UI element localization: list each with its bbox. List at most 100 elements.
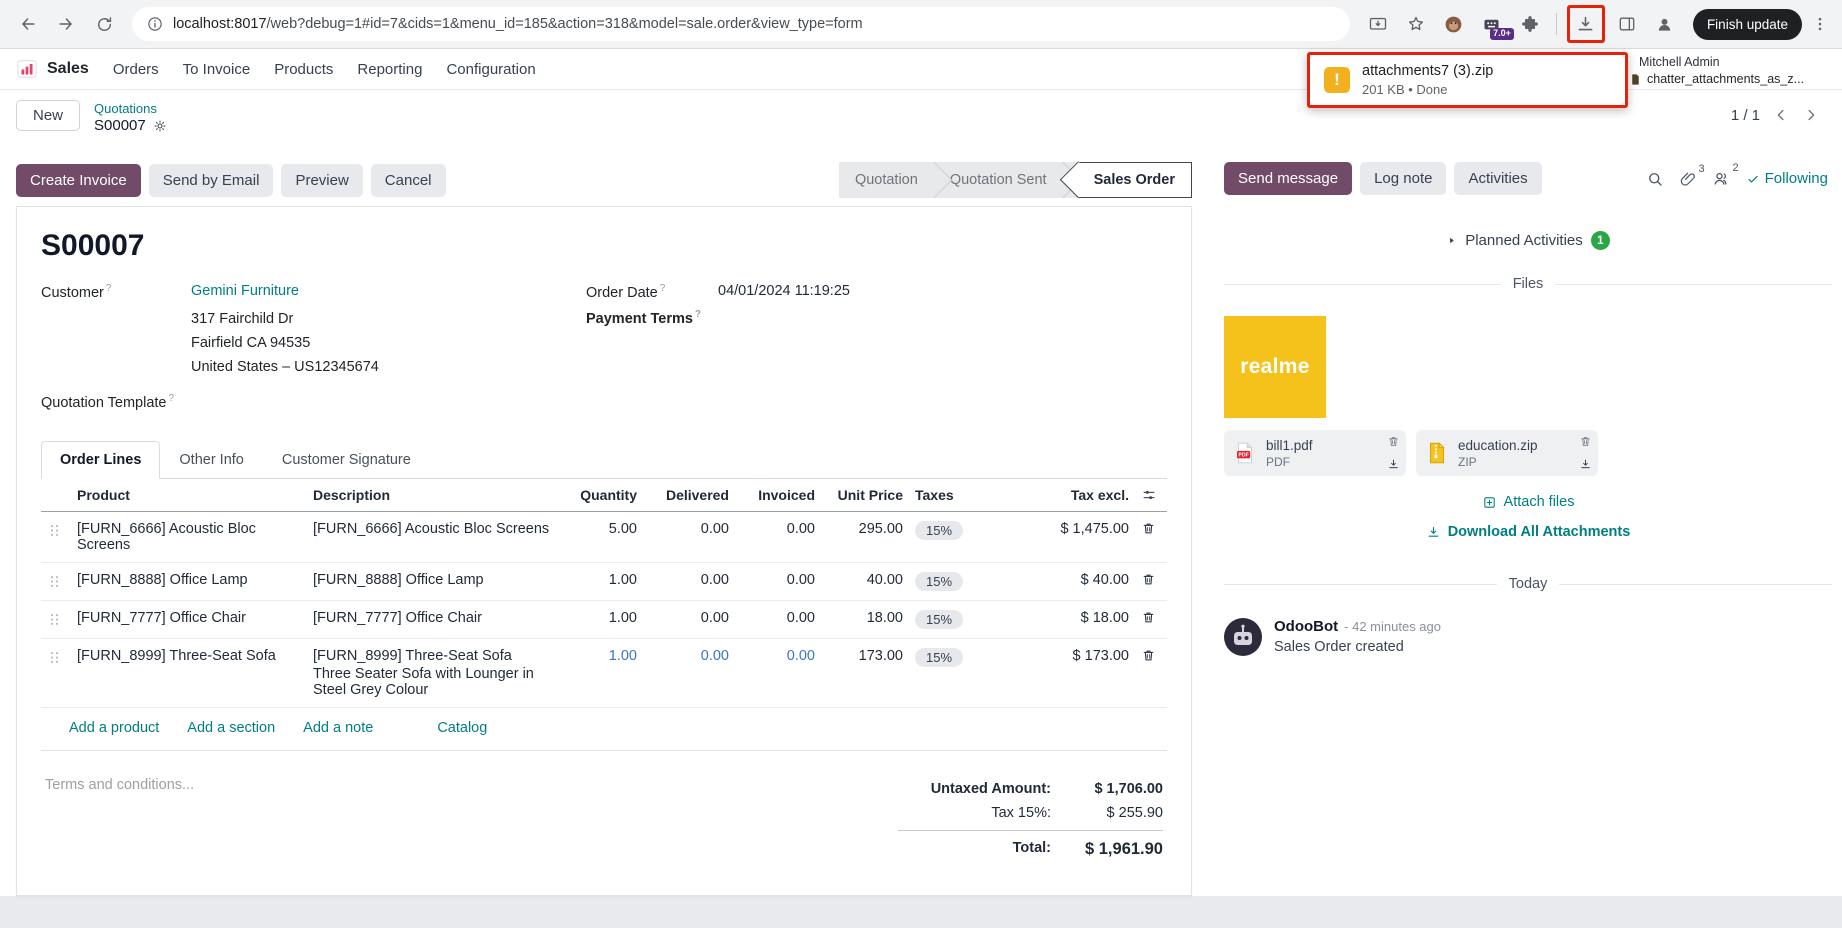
back-button[interactable] xyxy=(10,6,46,42)
download-attachment-icon[interactable] xyxy=(1579,458,1592,471)
followers-icon[interactable]: 2 xyxy=(1712,169,1731,188)
cell-unit-price[interactable]: 173.00 xyxy=(859,648,903,664)
terms-placeholder[interactable]: Terms and conditions... xyxy=(45,777,194,863)
delete-line-icon[interactable] xyxy=(1141,610,1161,625)
order-date-value[interactable]: 04/01/2024 11:19:25 xyxy=(718,283,850,301)
add-note-link[interactable]: Add a note xyxy=(303,720,373,736)
cell-delivered[interactable]: 0.00 xyxy=(701,610,729,626)
browser-menu-kebab-icon[interactable] xyxy=(1808,6,1832,42)
create-invoice-button[interactable]: Create Invoice xyxy=(16,164,141,197)
delete-line-icon[interactable] xyxy=(1141,521,1161,536)
cell-quantity[interactable]: 5.00 xyxy=(609,521,637,537)
download-all-attachments-link[interactable]: Download All Attachments xyxy=(1426,524,1631,540)
cell-invoiced[interactable]: 0.00 xyxy=(787,521,815,537)
cell-description[interactable]: [FURN_8888] Office Lamp xyxy=(313,572,484,588)
status-sales-order[interactable]: Sales Order xyxy=(1078,162,1192,198)
cell-delivered[interactable]: 0.00 xyxy=(701,648,729,664)
app-switcher[interactable]: Sales xyxy=(16,58,89,80)
activities-button[interactable]: Activities xyxy=(1454,162,1541,195)
cell-unit-price[interactable]: 295.00 xyxy=(859,521,903,537)
side-panel-icon[interactable] xyxy=(1609,6,1645,42)
customer-link[interactable]: Gemini Furniture xyxy=(191,283,299,299)
add-section-link[interactable]: Add a section xyxy=(187,720,275,736)
tax-tag[interactable]: 15% xyxy=(915,610,963,629)
cell-quantity[interactable]: 1.00 xyxy=(609,648,637,664)
message-author[interactable]: OdooBot xyxy=(1274,618,1338,635)
pager-previous-icon[interactable] xyxy=(1772,106,1790,124)
cell-quantity[interactable]: 1.00 xyxy=(609,572,637,588)
finish-update-button[interactable]: Finish update xyxy=(1693,9,1802,40)
attachment-card-pdf[interactable]: bill1.pdf PDF xyxy=(1224,430,1406,476)
download-filename[interactable]: attachments7 (3).zip xyxy=(1362,63,1493,79)
tax-tag[interactable]: 15% xyxy=(915,572,963,591)
attach-files-link[interactable]: Attach files xyxy=(1482,494,1575,510)
cell-product[interactable]: [FURN_8999] Three-Seat Sofa xyxy=(77,648,276,664)
cell-unit-price[interactable]: 40.00 xyxy=(867,572,903,588)
status-quotation[interactable]: Quotation xyxy=(839,162,934,198)
tab-other-info[interactable]: Other Info xyxy=(160,441,262,479)
menu-products[interactable]: Products xyxy=(274,61,333,78)
download-bar-item[interactable]: chatter_attachments_as_z... xyxy=(1629,72,1804,86)
col-quantity[interactable]: Quantity xyxy=(563,479,643,512)
col-description[interactable]: Description xyxy=(307,479,563,512)
cell-description[interactable]: [FURN_6666] Acoustic Bloc Screens xyxy=(313,521,549,537)
app-name[interactable]: Sales xyxy=(47,60,89,78)
col-invoiced[interactable]: Invoiced xyxy=(735,479,821,512)
add-product-link[interactable]: Add a product xyxy=(69,720,159,736)
col-product[interactable]: Product xyxy=(71,479,307,512)
attachment-name[interactable]: bill1.pdf xyxy=(1266,438,1313,453)
navbar-user-menu[interactable]: Mitchell Admin xyxy=(1639,55,1720,69)
col-delivered[interactable]: Delivered xyxy=(643,479,735,512)
col-unit-price[interactable]: Unit Price xyxy=(821,479,909,512)
cell-quantity[interactable]: 1.00 xyxy=(609,610,637,626)
catalog-link[interactable]: Catalog xyxy=(437,720,487,736)
delete-attachment-icon[interactable] xyxy=(1387,435,1400,448)
col-tax-excl[interactable]: Tax excl. xyxy=(1013,479,1135,512)
cancel-button[interactable]: Cancel xyxy=(371,164,446,197)
odoobot-avatar[interactable] xyxy=(1224,618,1262,656)
menu-configuration[interactable]: Configuration xyxy=(446,61,535,78)
attachment-name[interactable]: education.zip xyxy=(1458,438,1538,453)
profile-icon[interactable] xyxy=(1647,6,1683,42)
cell-invoiced[interactable]: 0.00 xyxy=(787,572,815,588)
drag-handle-icon[interactable] xyxy=(47,650,65,665)
tab-order-lines[interactable]: Order Lines xyxy=(41,441,160,479)
cell-product[interactable]: [FURN_6666] Acoustic Bloc Screens xyxy=(77,521,256,553)
cell-description[interactable]: [FURN_8999] Three-Seat Sofa xyxy=(313,648,557,664)
new-button[interactable]: New xyxy=(16,100,80,131)
breadcrumb-parent[interactable]: Quotations xyxy=(94,101,167,116)
cell-invoiced[interactable]: 0.00 xyxy=(787,648,815,664)
extensions-puzzle-icon[interactable] xyxy=(1512,6,1548,42)
following-button[interactable]: Following xyxy=(1746,170,1828,187)
optional-columns-icon[interactable] xyxy=(1141,487,1161,503)
attachment-card-zip[interactable]: education.zip ZIP xyxy=(1416,430,1598,476)
menu-to-invoice[interactable]: To Invoice xyxy=(183,61,251,78)
col-taxes[interactable]: Taxes xyxy=(909,479,1013,512)
tax-tag[interactable]: 15% xyxy=(915,648,963,667)
menu-orders[interactable]: Orders xyxy=(113,61,159,78)
forward-button[interactable] xyxy=(48,6,84,42)
url-bar[interactable]: localhost:8017/web?debug=1#id=7&cids=1&m… xyxy=(132,7,1350,41)
send-by-email-button[interactable]: Send by Email xyxy=(149,164,274,197)
tax-tag[interactable]: 15% xyxy=(915,521,963,540)
extension-keypad-icon[interactable]: 7.0+ xyxy=(1474,6,1510,42)
bookmark-star-icon[interactable] xyxy=(1398,6,1434,42)
download-attachment-icon[interactable] xyxy=(1387,458,1400,471)
delete-attachment-icon[interactable] xyxy=(1579,435,1592,448)
cell-product[interactable]: [FURN_8888] Office Lamp xyxy=(77,572,248,588)
attachments-icon[interactable]: 3 xyxy=(1679,170,1697,188)
cell-unit-price[interactable]: 18.00 xyxy=(867,610,903,626)
pager-next-icon[interactable] xyxy=(1802,106,1820,124)
log-note-button[interactable]: Log note xyxy=(1360,162,1446,195)
drag-handle-icon[interactable] xyxy=(47,574,65,589)
cell-delivered[interactable]: 0.00 xyxy=(701,521,729,537)
cell-invoiced[interactable]: 0.00 xyxy=(787,610,815,626)
reload-button[interactable] xyxy=(86,6,122,42)
menu-reporting[interactable]: Reporting xyxy=(357,61,422,78)
extension-monkey-icon[interactable] xyxy=(1436,6,1472,42)
download-popup[interactable]: ! attachments7 (3).zip 201 KB • Done xyxy=(1307,52,1628,108)
downloads-icon[interactable] xyxy=(1570,8,1602,40)
drag-handle-icon[interactable] xyxy=(47,523,65,538)
install-page-icon[interactable] xyxy=(1360,6,1396,42)
cell-description-extra[interactable]: Three Seater Sofa with Lounger in Steel … xyxy=(313,666,557,698)
